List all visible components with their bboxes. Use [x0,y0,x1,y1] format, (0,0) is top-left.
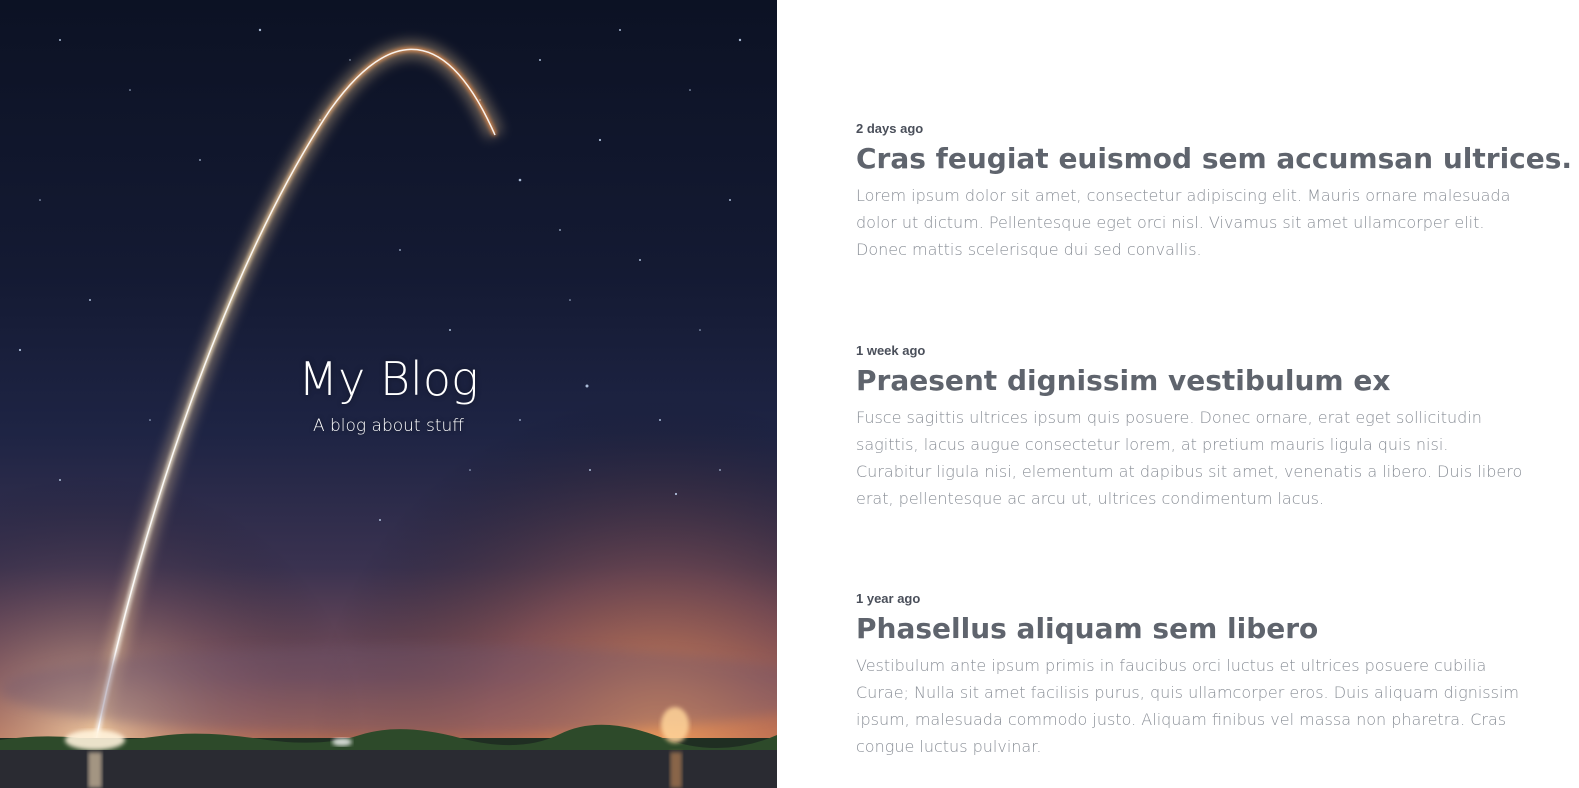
post-excerpt: Lorem ipsum dolor sit amet, consectetur … [856,186,1511,259]
post-list: 2 days ago Cras feugiat euismod sem accu… [777,0,1579,788]
hero-cover: My Blog A blog about stuff [0,0,777,788]
post-date: 1 year ago [856,591,921,606]
post-title-link[interactable]: Phasellus aliquam sem libero [856,612,1526,646]
blog-title[interactable]: My Blog [0,350,777,408]
post-item: 1 week ago Praesent dignissim vestibulum… [856,343,1526,512]
post-item: 1 year ago Phasellus aliquam sem libero … [856,591,1526,760]
blog-subtitle: A blog about stuff [312,416,465,436]
post-date: 1 week ago [856,343,926,358]
post-title-link[interactable]: Praesent dignissim vestibulum ex [856,364,1526,398]
post-item: 2 days ago Cras feugiat euismod sem accu… [856,121,1572,263]
post-title-link[interactable]: Cras feugiat euismod sem accumsan ultric… [856,142,1572,176]
post-excerpt: Fusce sagittis ultrices ipsum quis posue… [856,408,1523,508]
post-date: 2 days ago [856,121,924,136]
hero-text: My Blog A blog about stuff [0,350,777,436]
post-excerpt: Vestibulum ante ipsum primis in faucibus… [856,656,1520,756]
page: My Blog A blog about stuff 2 days ago Cr… [0,0,1579,788]
